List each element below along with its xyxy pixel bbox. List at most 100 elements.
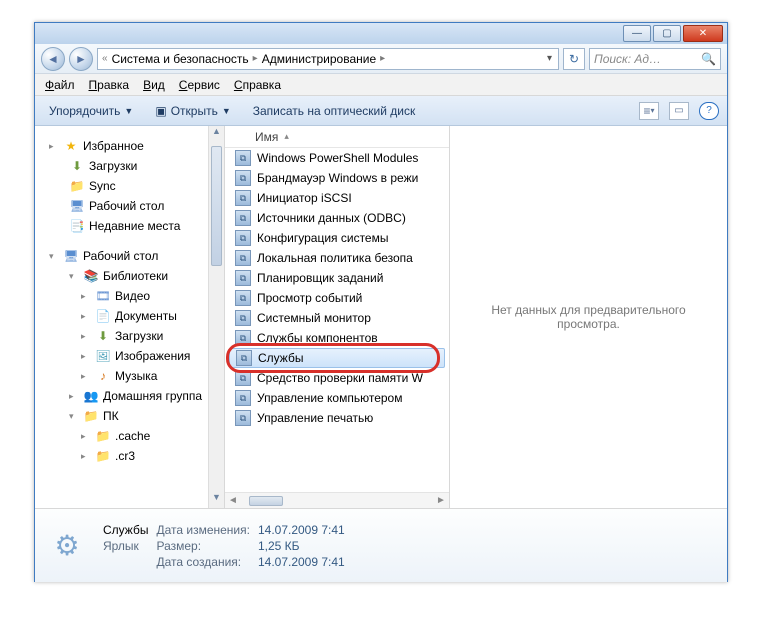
nav-desktop-fav[interactable]: 🖥Рабочий стол xyxy=(69,196,224,216)
details-modified-value: 14.07.2009 7:41 xyxy=(258,523,345,537)
file-item[interactable]: ⧉ Источники данных (ODBC) xyxy=(225,208,449,228)
details-modified-label: Дата изменения: xyxy=(156,523,250,537)
nav-sync[interactable]: 📁Sync xyxy=(69,176,224,196)
menu-file[interactable]: Файл xyxy=(45,78,75,92)
maximize-button[interactable]: ▢ xyxy=(653,25,681,42)
file-item-label: Планировщик заданий xyxy=(257,271,383,285)
scroll-thumb[interactable] xyxy=(211,146,222,266)
titlebar: — ▢ ✕ xyxy=(35,22,727,44)
menu-edit[interactable]: Правка xyxy=(89,78,130,92)
nav-downloads2[interactable]: ▸⬇Загрузки xyxy=(81,326,224,346)
nav-cache[interactable]: ▸📁.cache xyxy=(81,426,224,446)
nav-documents[interactable]: ▸📄Документы xyxy=(81,306,224,326)
menu-tools[interactable]: Сервис xyxy=(179,78,220,92)
content-area: Имя▴ ⧉Windows PowerShell Modules ⧉ Брандма… xyxy=(225,126,727,508)
minimize-button[interactable]: — xyxy=(623,25,651,42)
nav-pc[interactable]: ▾📁ПК xyxy=(69,406,224,426)
nav-music[interactable]: ▸♪Музыка xyxy=(81,366,224,386)
file-item[interactable]: ⧉ Локальная политика безопа xyxy=(225,248,449,268)
file-item-label: Локальная политика безопа xyxy=(257,251,413,265)
nav-cr3[interactable]: ▸📁.cr3 xyxy=(81,446,224,466)
nav-video[interactable]: ▸🎞Видео xyxy=(81,286,224,306)
nav-scrollbar[interactable]: ▲ ▼ xyxy=(208,126,224,508)
details-type: Ярлык xyxy=(103,539,148,553)
file-item[interactable]: ⧉ Брандмауэр Windows в режи xyxy=(225,168,449,188)
hscroll-right-icon[interactable]: ► xyxy=(433,495,449,506)
file-list: Имя▴ ⧉Windows PowerShell Modules ⧉ Брандма… xyxy=(225,126,450,508)
burn-button[interactable]: Записать на оптический диск xyxy=(247,102,422,120)
shortcut-icon: ⧉ xyxy=(235,310,251,326)
shortcut-icon: ⧉ xyxy=(235,210,251,226)
menu-help[interactable]: Справка xyxy=(234,78,281,92)
details-size-value: 1,25 КБ xyxy=(258,539,345,553)
forward-button[interactable]: ► xyxy=(69,47,93,71)
explorer-window: — ▢ ✕ ◄ ► « Система и безопасность ▸ Адм… xyxy=(34,22,728,582)
file-item[interactable]: ⧉ Управление печатью xyxy=(225,408,449,428)
file-item[interactable]: ⧉ Системный монитор xyxy=(225,308,449,328)
shortcut-icon: ⧉ xyxy=(235,410,251,426)
search-input[interactable]: Поиск: Ад… 🔍 xyxy=(589,48,721,70)
details-name: Службы xyxy=(103,523,148,537)
file-item-label: Средство проверки памяти W xyxy=(257,371,423,385)
nav-pictures[interactable]: ▸🖼Изображения xyxy=(81,346,224,366)
refresh-button[interactable]: ↻ xyxy=(563,48,585,70)
file-item[interactable]: ⧉Инициатор iSCSI xyxy=(225,188,449,208)
organize-button[interactable]: Упорядочить▼ xyxy=(43,102,139,120)
shortcut-icon: ⧉ xyxy=(235,390,251,406)
file-item-label: Инициатор iSCSI xyxy=(257,191,352,205)
nav-recent[interactable]: 📑Недавние места xyxy=(69,216,224,236)
shortcut-icon: ⧉ xyxy=(235,170,251,186)
menu-bar: Файл Правка Вид Сервис Справка xyxy=(35,74,727,96)
hscroll-left-icon[interactable]: ◄ xyxy=(225,495,241,506)
command-bar: Упорядочить▼ ▣ Открыть▼ Записать на опти… xyxy=(35,96,727,126)
breadcrumb-arrow-icon: ▸ xyxy=(380,53,385,64)
horizontal-scrollbar[interactable]: ◄ ► xyxy=(225,492,449,508)
scroll-down-icon[interactable]: ▼ xyxy=(209,492,224,508)
nav-desktop-root[interactable]: ▾🖥Рабочий стол xyxy=(49,246,224,266)
file-item[interactable]: ⧉Просмотр событий xyxy=(225,288,449,308)
file-item[interactable]: ⧉ Средство проверки памяти W xyxy=(225,368,449,388)
shortcut-icon: ⧉ xyxy=(235,250,251,266)
column-name[interactable]: Имя▴ xyxy=(225,126,449,148)
shortcut-icon: ⧉ xyxy=(235,230,251,246)
file-item[interactable]: ⧉Управление компьютером xyxy=(225,388,449,408)
file-item[interactable]: ⧉ Службы xyxy=(229,348,445,368)
address-bar[interactable]: « Система и безопасность ▸ Администриров… xyxy=(97,48,559,70)
nav-downloads[interactable]: ⬇Загрузки xyxy=(69,156,224,176)
scroll-up-icon[interactable]: ▲ xyxy=(209,126,224,142)
nav-favorites[interactable]: ▸★Избранное xyxy=(49,136,224,156)
close-button[interactable]: ✕ xyxy=(683,25,723,42)
details-created-value: 14.07.2009 7:41 xyxy=(258,555,345,569)
breadcrumb-seg-2[interactable]: Администрирование xyxy=(262,52,376,66)
file-item[interactable]: ⧉Службы компонентов xyxy=(225,328,449,348)
address-dropdown-icon[interactable]: ▾ xyxy=(545,53,554,64)
menu-view[interactable]: Вид xyxy=(143,78,165,92)
open-button[interactable]: ▣ Открыть▼ xyxy=(149,102,236,120)
file-item-label: Службы xyxy=(258,351,303,365)
file-item-label: Конфигурация системы xyxy=(257,231,388,245)
open-icon: ▣ xyxy=(155,104,166,118)
file-item-label: Управление печатью xyxy=(257,411,373,425)
file-item[interactable]: ⧉ Конфигурация системы xyxy=(225,228,449,248)
back-button[interactable]: ◄ xyxy=(41,47,65,71)
view-mode-button[interactable]: ≡▾ xyxy=(639,102,659,120)
file-item[interactable]: ⧉Планировщик заданий xyxy=(225,268,449,288)
file-item[interactable]: ⧉Windows PowerShell Modules xyxy=(225,148,449,168)
file-item-label: Системный монитор xyxy=(257,311,371,325)
nav-homegroup[interactable]: ▸👥Домашняя группа xyxy=(69,386,224,406)
shortcut-icon: ⧉ xyxy=(235,330,251,346)
shortcut-icon: ⧉ xyxy=(235,370,251,386)
navigation-pane: ▸★Избранное ⬇Загрузки 📁Sync 🖥Рабочий сто… xyxy=(35,126,225,508)
file-item-label: Источники данных (ODBC) xyxy=(257,211,406,225)
shortcut-icon: ⧉ xyxy=(236,350,252,366)
file-item-label: Брандмауэр Windows в режи xyxy=(257,171,418,185)
nav-libraries[interactable]: ▾📚Библиотеки xyxy=(69,266,224,286)
search-icon: 🔍 xyxy=(701,52,716,66)
file-item-label: Просмотр событий xyxy=(257,291,362,305)
breadcrumb-seg-1[interactable]: Система и безопасность xyxy=(112,52,249,66)
help-button[interactable]: ? xyxy=(699,102,719,120)
search-placeholder: Поиск: Ад… xyxy=(594,52,661,66)
hscroll-thumb[interactable] xyxy=(249,496,283,506)
preview-pane-button[interactable]: ▭ xyxy=(669,102,689,120)
details-created-label: Дата создания: xyxy=(156,555,250,569)
